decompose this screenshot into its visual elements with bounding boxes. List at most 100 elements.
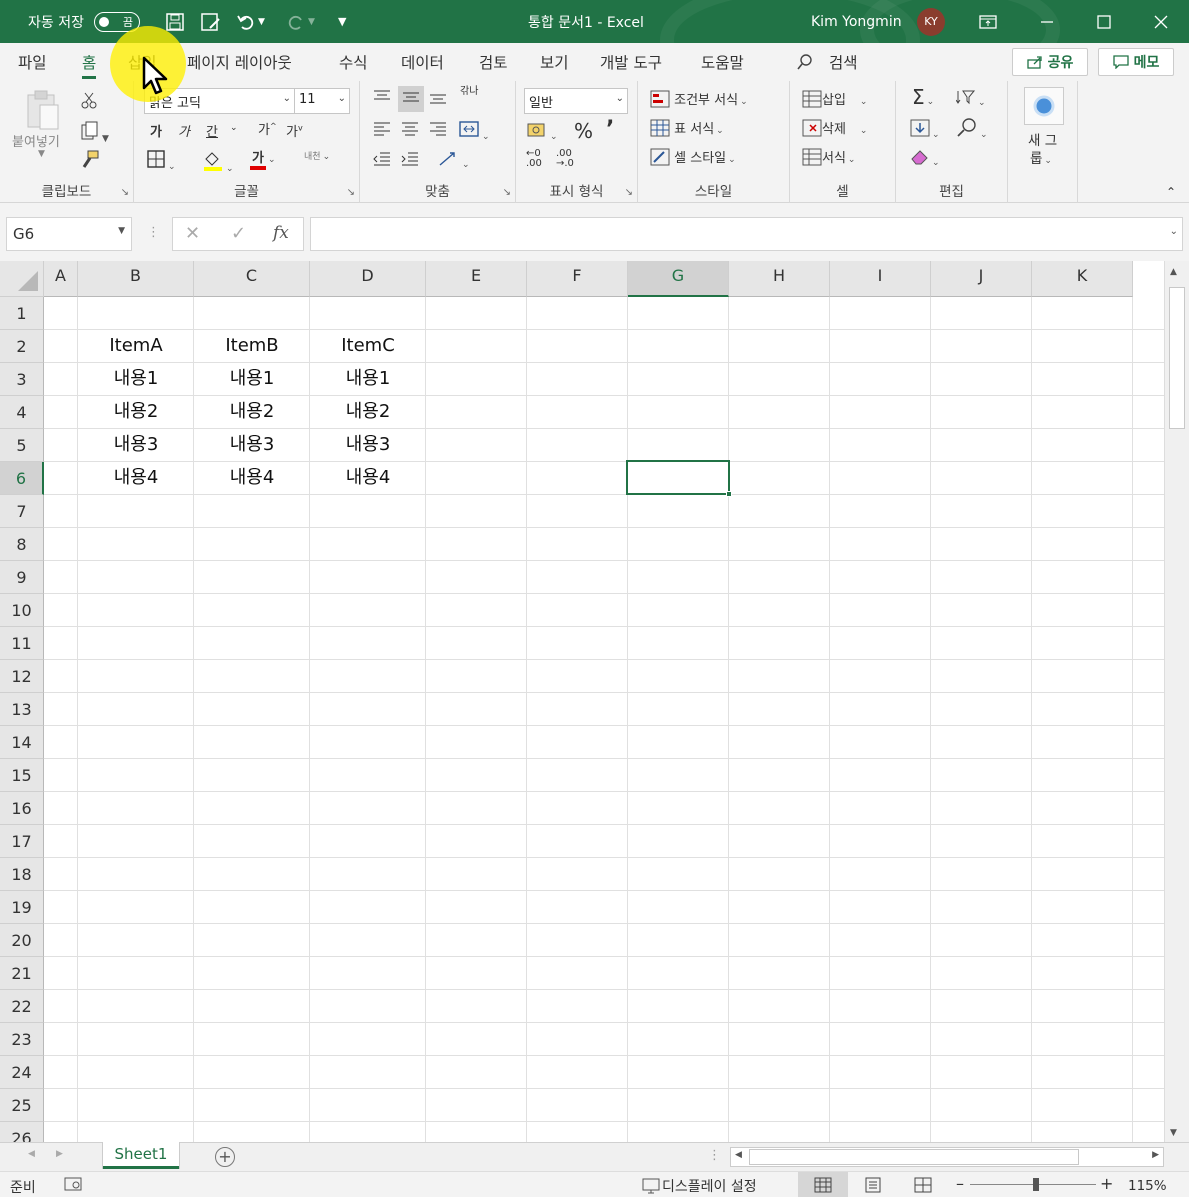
column-header-f[interactable]: F [527,261,628,297]
cell-b4[interactable]: 내용2 [78,396,194,429]
column-header-i[interactable]: I [830,261,931,297]
macro-record-icon[interactable] [64,1176,84,1196]
row-header-21[interactable]: 21 [0,957,44,990]
column-header-c[interactable]: C [194,261,310,297]
increase-decimal-icon[interactable]: ←0.00 [526,149,542,169]
cell-d3[interactable]: 내용1 [310,363,426,396]
tab-splitter-icon[interactable]: ⋮ [708,1148,721,1163]
prev-sheet-icon[interactable]: ◀ [28,1149,35,1159]
scroll-up-icon[interactable]: ▲ [1170,267,1177,277]
increase-indent-icon[interactable] [400,151,420,171]
text-orientation-button[interactable]: 갂나 [460,87,478,97]
horizontal-scrollbar[interactable]: ◀ ▶ [730,1147,1164,1167]
user-name[interactable]: Kim Yongmin [811,0,902,43]
wrap-orientation-icon[interactable]: ⌄ [438,151,470,171]
zoom-slider-thumb[interactable] [1033,1178,1039,1191]
tab-review[interactable]: 검토 [479,51,508,73]
insert-cells-button[interactable]: 삽입 ⌄ [802,89,867,108]
search-box[interactable]: 검색 [796,51,857,73]
align-left-icon[interactable] [372,121,392,141]
scroll-thumb[interactable] [1169,287,1185,429]
insert-function-button[interactable]: fx [273,223,289,243]
formula-bar-splitter-icon[interactable]: ⋮ [147,225,160,240]
row-header-25[interactable]: 25 [0,1089,44,1122]
bold-button[interactable]: 가 [150,121,162,140]
row-header-3[interactable]: 3 [0,363,44,396]
row-header-1[interactable]: 1 [0,297,44,330]
row-header-12[interactable]: 12 [0,660,44,693]
cancel-icon[interactable]: ✕ [185,223,200,244]
autosum-icon[interactable]: Σ ⌄ [912,85,934,109]
tab-file[interactable]: 파일 [18,51,47,73]
decrease-indent-icon[interactable] [372,151,392,171]
format-painter-icon[interactable] [80,149,100,173]
align-bottom-icon[interactable] [428,89,448,109]
row-header-13[interactable]: 13 [0,693,44,726]
row-header-24[interactable]: 24 [0,1056,44,1089]
collapse-ribbon-icon[interactable]: ⌃ [1166,185,1176,199]
worksheet-grid[interactable]: A B C D E F G H I J K 1 2 3 4 5 6 7 8 9 10 11 12 13 14 15 16 17 18 19… [0,261,1164,1142]
column-header-k[interactable]: K [1032,261,1133,297]
tab-page-layout[interactable]: 페이지 레이아웃 [187,51,292,73]
fill-color-icon[interactable]: ⌄ [202,149,234,175]
selected-cell-outline[interactable] [626,460,730,495]
sort-filter-icon[interactable]: ⌄ [955,89,986,109]
decrease-decimal-icon[interactable]: .00 →.0 [556,149,574,169]
accounting-format-icon[interactable]: ⌄ [526,121,558,143]
row-header-17[interactable]: 17 [0,825,44,858]
display-settings-button[interactable]: 디스플레이 설정 [642,1176,757,1196]
column-header-a[interactable]: A [44,261,78,297]
row-header-5[interactable]: 5 [0,429,44,462]
cell-c4[interactable]: 내용2 [194,396,310,429]
customize-qat-icon[interactable]: ▼ [338,0,346,43]
shrink-font-button[interactable]: 가v [286,121,303,140]
align-middle-icon[interactable] [398,86,424,112]
column-header-h[interactable]: H [729,261,830,297]
cell-c5[interactable]: 내용3 [194,429,310,462]
row-header-14[interactable]: 14 [0,726,44,759]
scroll-left-icon[interactable]: ◀ [735,1150,742,1160]
paste-dropdown-icon[interactable]: ▼ [38,149,45,159]
cell-b6[interactable]: 내용4 [78,462,194,495]
fill-handle[interactable] [726,491,732,497]
new-group-button[interactable] [1024,87,1064,125]
row-header-2[interactable]: 2 [0,330,44,363]
borders-icon[interactable]: ⌄ [146,149,176,173]
format-cells-button[interactable]: 서식 ⌄ [802,147,855,166]
tab-formulas[interactable]: 수식 [339,51,368,73]
row-header-26[interactable]: 26 [0,1122,44,1142]
row-header-4[interactable]: 4 [0,396,44,429]
zoom-in-icon[interactable]: + [1100,1174,1113,1193]
clear-icon[interactable]: ⌄ [910,147,940,169]
vertical-scrollbar[interactable]: ▲ ▼ [1164,261,1189,1142]
cell-d5[interactable]: 내용3 [310,429,426,462]
copy-icon[interactable]: ▼ [80,121,109,145]
row-header-15[interactable]: 15 [0,759,44,792]
comments-button[interactable]: 메모 [1098,48,1174,76]
align-top-icon[interactable] [372,89,392,109]
scroll-down-icon[interactable]: ▼ [1170,1128,1177,1138]
avatar[interactable]: KY [917,7,945,36]
delete-cells-button[interactable]: 삭제 ⌄ [802,118,867,137]
italic-button[interactable]: 가 [178,121,190,140]
zoom-out-icon[interactable]: – [956,1174,964,1193]
font-color-button[interactable]: 가 ⌄ [250,147,276,170]
alignment-launcher-icon[interactable]: ↘ [503,187,511,198]
name-box[interactable]: G6 ▼ [6,217,132,251]
row-header-18[interactable]: 18 [0,858,44,891]
clipboard-launcher-icon[interactable]: ↘ [121,187,129,198]
formula-input[interactable]: ⌄ [310,217,1183,251]
next-sheet-icon[interactable]: ▶ [56,1149,63,1159]
number-format-select[interactable]: 일반 ⌄ [524,88,628,114]
hscroll-thumb[interactable] [749,1149,1079,1165]
percent-style-icon[interactable]: % [574,119,593,143]
row-header-8[interactable]: 8 [0,528,44,561]
row-header-20[interactable]: 20 [0,924,44,957]
page-layout-view-icon[interactable] [864,1177,882,1197]
page-break-view-icon[interactable] [914,1177,932,1197]
row-header-7[interactable]: 7 [0,495,44,528]
tab-help[interactable]: 도움말 [701,51,744,73]
ribbon-display-icon[interactable] [959,0,1016,43]
row-header-22[interactable]: 22 [0,990,44,1023]
tab-data[interactable]: 데이터 [401,51,444,73]
